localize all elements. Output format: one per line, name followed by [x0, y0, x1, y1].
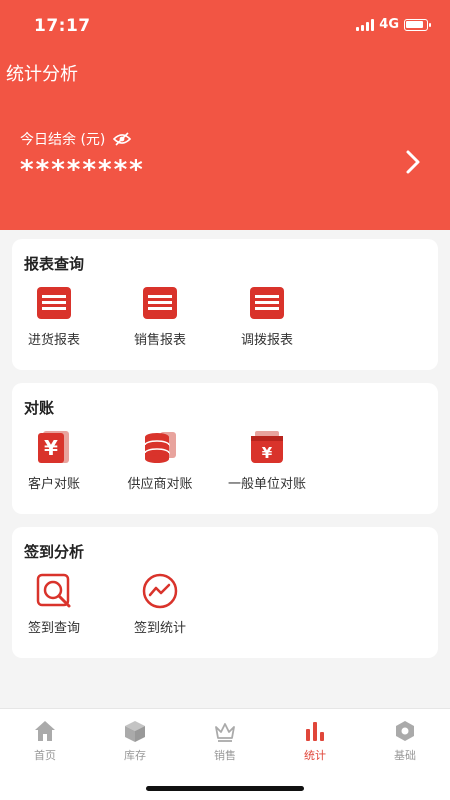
bar-chart-icon — [306, 722, 324, 741]
checkin-statistics-button[interactable]: 签到统计 — [110, 573, 210, 636]
tab-label: 基础 — [394, 749, 416, 762]
customer-reconciliation-button[interactable]: ¥ 客户对账 — [4, 429, 104, 492]
home-indicator — [146, 786, 304, 791]
report-query-card: 报表查询 进货报表 销售报表 调拨报表 — [12, 239, 438, 370]
signal-icon — [356, 18, 375, 31]
report-icon — [143, 287, 177, 319]
tab-label: 统计 — [304, 749, 326, 762]
tab-label: 首页 — [34, 749, 56, 762]
chevron-right-icon[interactable] — [400, 148, 426, 176]
balance-label: 今日结余 (元) — [20, 132, 106, 148]
yen-document-icon: ¥ — [38, 431, 69, 463]
sales-report-button[interactable]: 销售报表 — [110, 285, 210, 348]
item-label: 一般单位对账 — [227, 477, 306, 492]
coin-stack-icon — [144, 432, 176, 463]
checkin-query-button[interactable]: 签到查询 — [4, 573, 104, 636]
item-label: 进货报表 — [27, 333, 80, 348]
status-bar: 17:17 4G — [0, 0, 450, 52]
page-title: 统计分析 — [6, 64, 78, 85]
tab-label: 销售 — [214, 749, 236, 762]
tab-basics[interactable]: 基础 — [360, 719, 450, 763]
section-title: 报表查询 — [24, 255, 85, 273]
tab-inventory[interactable]: 库存 — [90, 719, 180, 763]
item-label: 销售报表 — [133, 333, 186, 348]
svg-text:¥: ¥ — [262, 444, 273, 462]
tab-home[interactable]: 首页 — [0, 719, 90, 763]
hexagon-icon — [396, 721, 414, 741]
item-label: 签到查询 — [27, 621, 80, 636]
balance-value: ******** — [20, 155, 145, 185]
section-title: 签到分析 — [24, 543, 85, 561]
status-time: 17:17 — [34, 16, 91, 36]
item-label: 客户对账 — [27, 477, 80, 492]
tab-sales[interactable]: 销售 — [180, 719, 270, 763]
battery-icon — [404, 18, 431, 31]
battery-level — [406, 20, 423, 28]
item-label: 调拨报表 — [240, 333, 293, 348]
svg-text:¥: ¥ — [44, 436, 58, 460]
eye-hidden-icon[interactable] — [113, 132, 132, 146]
reconciliation-card: 对账 ¥ 客户对账 供应商对账 ¥ 一般单位对账 — [12, 383, 438, 514]
yen-wallet-icon: ¥ — [251, 431, 283, 463]
transfer-report-button[interactable]: 调拨报表 — [217, 285, 317, 348]
report-icon — [250, 287, 284, 319]
report-icon — [37, 287, 71, 319]
search-document-icon — [36, 573, 71, 608]
purchase-report-button[interactable]: 进货报表 — [4, 285, 104, 348]
crown-icon — [215, 723, 235, 742]
tab-label: 库存 — [124, 749, 146, 762]
item-label: 签到统计 — [133, 621, 186, 636]
checkin-analysis-card: 签到分析 签到查询 签到统计 — [12, 527, 438, 658]
status-indicators: 4G — [356, 17, 431, 32]
balance-label-row: 今日结余 (元) — [20, 129, 132, 149]
tab-statistics[interactable]: 统计 — [270, 719, 360, 763]
header-banner: 17:17 4G 统计分析 今日结余 (元) ******** — [0, 0, 450, 230]
item-label: 供应商对账 — [127, 477, 193, 492]
supplier-reconciliation-button[interactable]: 供应商对账 — [110, 429, 210, 492]
home-icon — [35, 721, 55, 741]
box-icon — [125, 721, 145, 742]
section-title: 对账 — [24, 399, 55, 417]
network-type: 4G — [379, 17, 399, 32]
trend-chart-icon — [142, 573, 178, 609]
general-unit-reconciliation-button[interactable]: ¥ 一般单位对账 — [217, 429, 317, 492]
